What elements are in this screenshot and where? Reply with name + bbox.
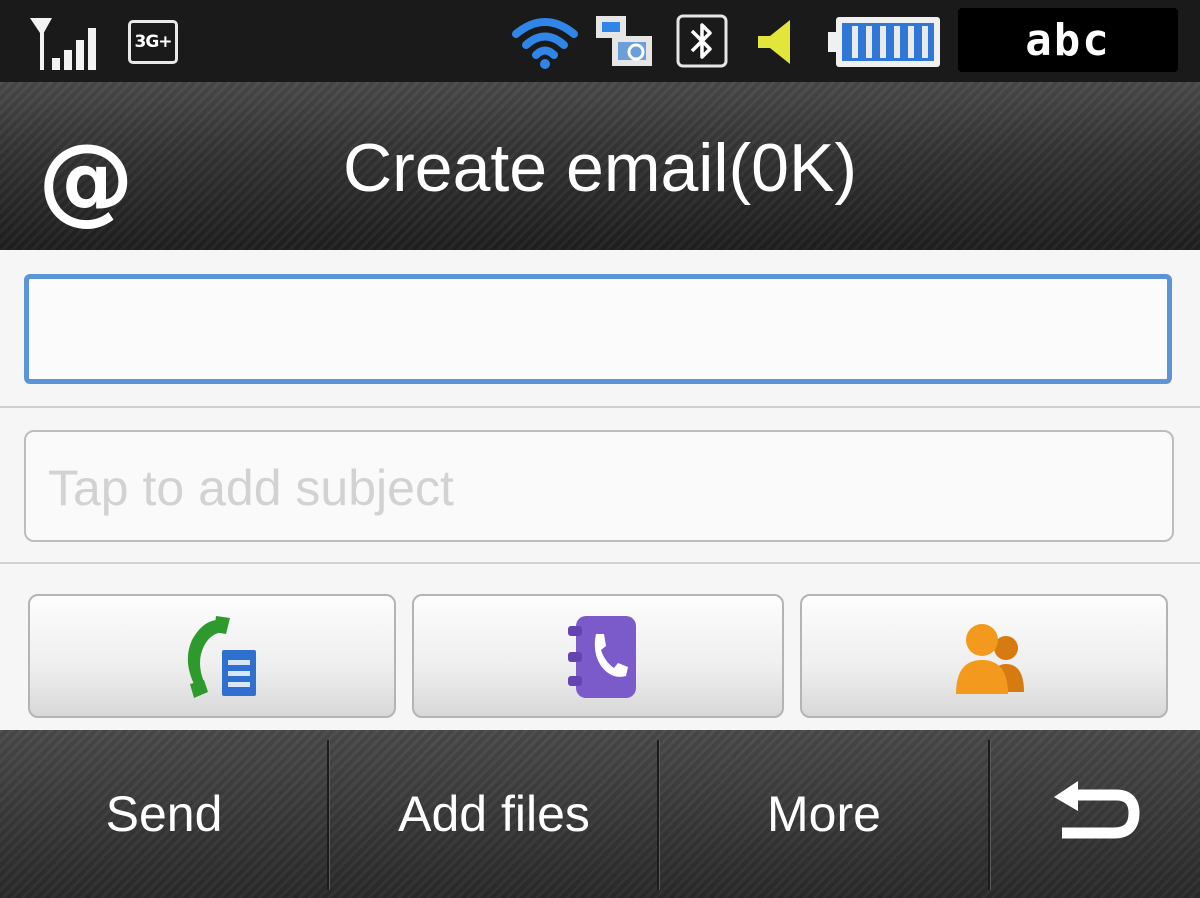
subject-placeholder: Tap to add subject bbox=[48, 460, 454, 516]
call-log-button[interactable] bbox=[28, 594, 396, 718]
wifi-icon bbox=[512, 18, 578, 69]
signal-icon bbox=[30, 18, 96, 70]
softkey-bar: Send Add files More bbox=[0, 730, 1200, 898]
phonebook-button[interactable] bbox=[412, 594, 784, 718]
subject-input[interactable]: Tap to add subject bbox=[24, 430, 1174, 542]
3g-plus-icon: 3G+ bbox=[128, 20, 178, 64]
svg-text:@: @ bbox=[38, 130, 134, 230]
bluetooth-icon bbox=[676, 14, 728, 68]
title-bar: @ Create email(0K) bbox=[0, 82, 1200, 250]
status-bar: 3G+ abc bbox=[0, 0, 1200, 82]
back-button[interactable] bbox=[990, 730, 1200, 898]
recipient-input[interactable] bbox=[24, 274, 1172, 384]
contacts-group-icon bbox=[956, 624, 1024, 694]
add-files-button[interactable]: Add files bbox=[330, 730, 658, 898]
battery-icon bbox=[828, 17, 940, 67]
contacts-group-button[interactable] bbox=[800, 594, 1168, 718]
input-mode-indicator: abc bbox=[958, 8, 1178, 72]
back-arrow-icon bbox=[1054, 781, 1140, 839]
volume-icon bbox=[758, 20, 790, 64]
sync-icon bbox=[596, 16, 652, 66]
compose-form: Tap to add subject bbox=[0, 250, 1200, 730]
divider bbox=[0, 406, 1200, 408]
phonebook-icon bbox=[568, 616, 636, 698]
phone-screen: 3G+ abc @ Create email(0K) Tap to add su… bbox=[0, 0, 1200, 898]
page-title: Create email(0K) bbox=[343, 130, 857, 206]
call-log-icon bbox=[187, 616, 256, 698]
at-sign-icon: @ bbox=[38, 130, 134, 230]
softkey-divider bbox=[327, 740, 329, 890]
softkey-divider bbox=[657, 740, 659, 890]
send-button[interactable]: Send bbox=[0, 730, 328, 898]
divider bbox=[0, 562, 1200, 564]
more-button[interactable]: More bbox=[660, 730, 988, 898]
